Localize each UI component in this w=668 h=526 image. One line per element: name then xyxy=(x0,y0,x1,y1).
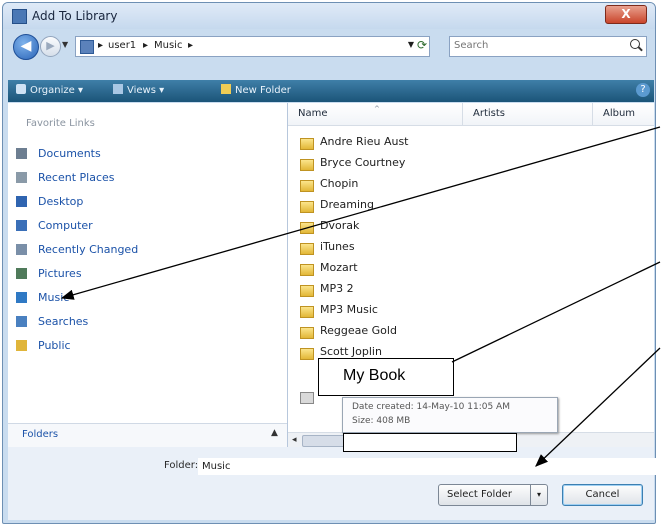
arrow-to-select-folder xyxy=(535,347,661,467)
arrow-to-music xyxy=(60,126,661,300)
arrow-to-callout xyxy=(451,261,661,363)
annotation-arrows xyxy=(60,126,661,467)
